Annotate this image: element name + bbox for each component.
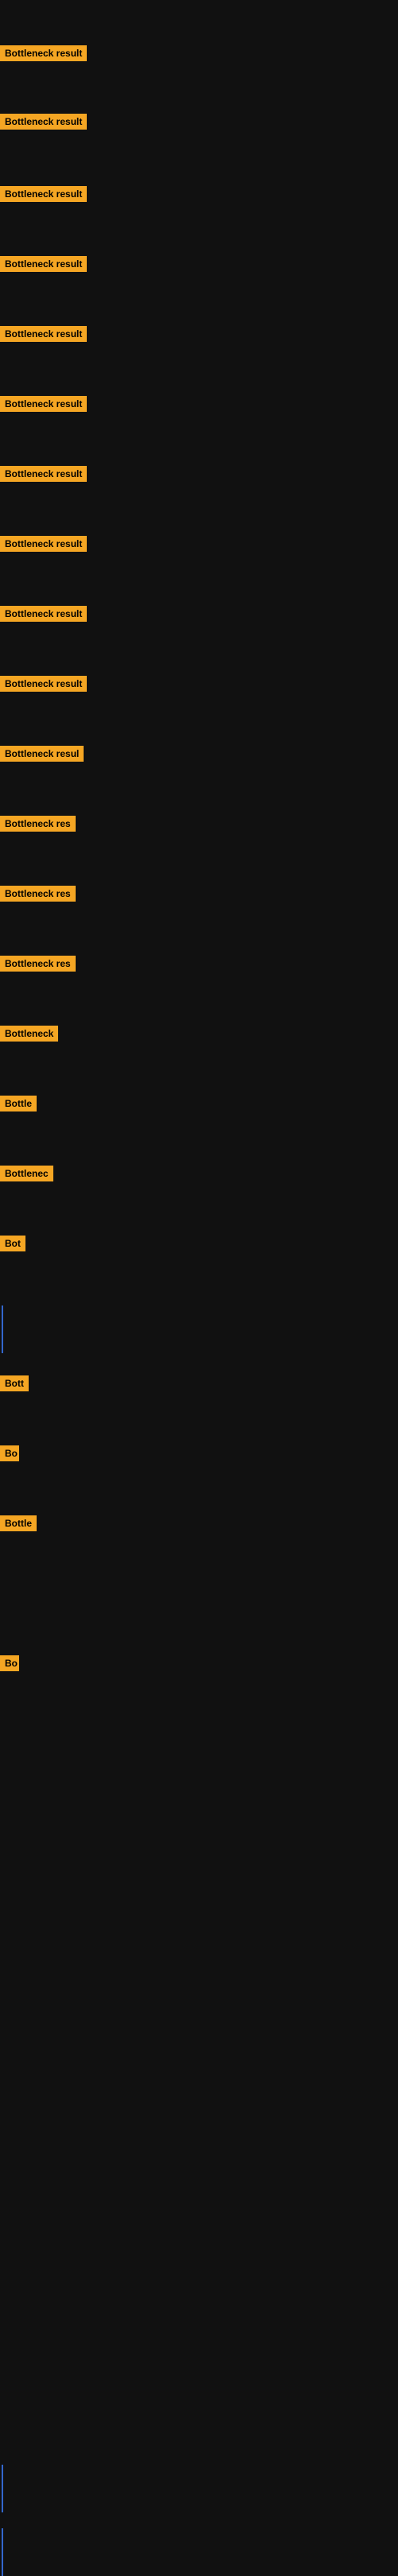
bottleneck-badge-row: Bottle xyxy=(0,1096,37,1115)
bottleneck-badge-row: Bottleneck res xyxy=(0,816,76,836)
bottleneck-badge-row: Bottleneck resul xyxy=(0,746,84,766)
bottleneck-badge-row: Bott xyxy=(0,1375,29,1395)
bottleneck-badge-row: Bot xyxy=(0,1236,25,1255)
bottleneck-badge-row: Bottleneck result xyxy=(0,396,87,416)
bottleneck-result-badge: Bottleneck result xyxy=(0,45,87,61)
bottleneck-badge-row: Bottleneck result xyxy=(0,186,87,206)
bottleneck-result-badge: Bot xyxy=(0,1236,25,1251)
bottleneck-result-badge: Bottleneck result xyxy=(0,606,87,622)
bottleneck-badge-row: Bottleneck res xyxy=(0,886,76,906)
bottleneck-result-badge: Bottleneck result xyxy=(0,466,87,482)
vertical-line-indicator xyxy=(2,2528,3,2576)
vertical-line-indicator xyxy=(2,1305,3,1353)
bottleneck-result-badge: Bo xyxy=(0,1445,19,1461)
bottleneck-result-badge: Bottleneck result xyxy=(0,326,87,342)
bottleneck-result-badge: Bott xyxy=(0,1375,29,1391)
bottleneck-result-badge: Bottleneck xyxy=(0,1026,58,1042)
bottleneck-badge-row: Bottleneck result xyxy=(0,466,87,486)
bottleneck-result-badge: Bottleneck res xyxy=(0,956,76,972)
bottleneck-result-badge: Bottle xyxy=(0,1096,37,1111)
bottleneck-badge-row: Bottleneck result xyxy=(0,536,87,556)
bottleneck-badge-row: Bottleneck result xyxy=(0,45,87,65)
bottleneck-result-badge: Bo xyxy=(0,1655,19,1671)
bottleneck-badge-row: Bottleneck xyxy=(0,1026,58,1046)
bottleneck-badge-row: Bo xyxy=(0,1655,19,1675)
bottleneck-badge-row: Bottleneck result xyxy=(0,676,87,696)
bottleneck-result-badge: Bottleneck result xyxy=(0,186,87,202)
bottleneck-result-badge: Bottlenec xyxy=(0,1166,53,1181)
bottleneck-result-badge: Bottleneck res xyxy=(0,886,76,902)
bottleneck-badge-row: Bottle xyxy=(0,1515,37,1535)
bottleneck-result-badge: Bottleneck result xyxy=(0,256,87,272)
bottleneck-result-badge: Bottleneck resul xyxy=(0,746,84,762)
bottleneck-badge-row: Bottlenec xyxy=(0,1166,53,1185)
bottleneck-result-badge: Bottleneck result xyxy=(0,114,87,130)
bottleneck-badge-row: Bottleneck result xyxy=(0,114,87,134)
bottleneck-badge-row: Bo xyxy=(0,1445,19,1465)
bottleneck-result-badge: Bottleneck result xyxy=(0,676,87,692)
bottleneck-result-badge: Bottleneck result xyxy=(0,396,87,412)
bottleneck-badge-row: Bottleneck res xyxy=(0,956,76,976)
bottleneck-result-badge: Bottleneck result xyxy=(0,536,87,552)
bottleneck-badge-row: Bottleneck result xyxy=(0,256,87,276)
bottleneck-badge-row: Bottleneck result xyxy=(0,326,87,346)
bottleneck-badge-row: Bottleneck result xyxy=(0,606,87,626)
bottleneck-result-badge: Bottle xyxy=(0,1515,37,1531)
site-title xyxy=(0,0,398,10)
bottleneck-result-badge: Bottleneck res xyxy=(0,816,76,832)
vertical-line-indicator xyxy=(2,2465,3,2512)
